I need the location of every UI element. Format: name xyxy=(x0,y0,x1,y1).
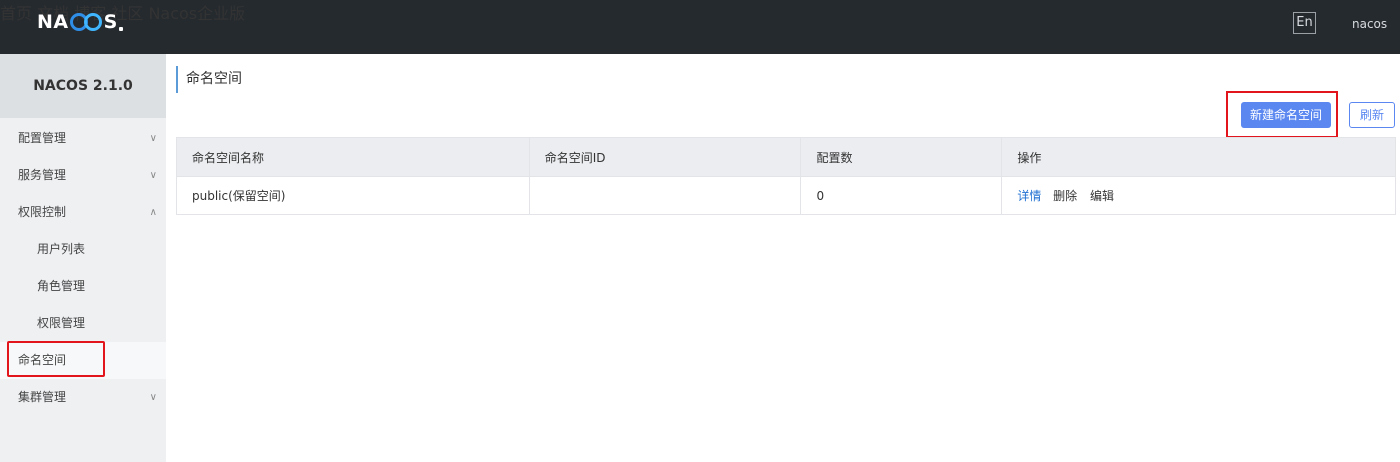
sidebar: NACOS 2.1.0 配置管理 ∨ 服务管理 ∨ 权限控制 ∧ 用户列表 角色… xyxy=(0,54,166,462)
sidebar-item-cluster[interactable]: 集群管理 ∨ xyxy=(0,379,166,416)
sidebar-item-label: 角色管理 xyxy=(37,279,86,293)
column-header-actions: 操作 xyxy=(1001,137,1396,177)
sidebar-item-label: 权限管理 xyxy=(37,316,86,330)
sidebar-item-label: 服务管理 xyxy=(18,168,67,182)
namespace-table: 命名空间名称 命名空间ID 配置数 操作 public(保留空间) 0 详情 删… xyxy=(176,137,1396,215)
details-link[interactable]: 详情 xyxy=(1017,189,1041,203)
config-count-cell: 0 xyxy=(800,176,1003,215)
sidebar-version-title: NACOS 2.1.0 xyxy=(0,54,166,118)
annotation-highlight-box xyxy=(7,341,105,377)
table-header-row: 命名空间名称 命名空间ID 配置数 操作 xyxy=(176,137,1396,177)
namespace-name-cell: public(保留空间) xyxy=(176,176,530,215)
sidebar-item-roles[interactable]: 角色管理 xyxy=(0,268,166,305)
column-header-count: 配置数 xyxy=(800,137,1003,177)
page-title: 命名空间 xyxy=(176,66,242,93)
language-toggle-button[interactable]: En xyxy=(1293,12,1316,34)
sidebar-item-label: 配置管理 xyxy=(18,131,67,145)
table-row: public(保留空间) 0 详情 删除 编辑 xyxy=(176,176,1396,215)
chevron-down-icon: ∨ xyxy=(149,392,157,403)
create-namespace-button[interactable]: 新建命名空间 xyxy=(1241,102,1331,128)
sidebar-item-label: 用户列表 xyxy=(37,242,86,256)
nav-home[interactable]: 首页 xyxy=(0,4,32,23)
chevron-down-icon: ∨ xyxy=(149,170,157,181)
sidebar-item-permissions[interactable]: 权限管理 xyxy=(0,305,166,342)
sidebar-item-users[interactable]: 用户列表 xyxy=(0,231,166,268)
chevron-up-icon: ∧ xyxy=(149,207,157,218)
sidebar-item-auth[interactable]: 权限控制 ∧ xyxy=(0,194,166,231)
refresh-button[interactable]: 刷新 xyxy=(1349,102,1395,128)
top-navbar: NA S 首页 文档 博客 社区 Nacos企业版 En nacos xyxy=(0,0,1400,54)
logo-rings-icon xyxy=(69,13,104,31)
chevron-down-icon: ∨ xyxy=(149,133,157,144)
sidebar-item-config[interactable]: 配置管理 ∨ xyxy=(0,120,166,157)
nacos-logo[interactable]: NA S xyxy=(37,11,123,33)
user-menu[interactable]: nacos xyxy=(1352,17,1387,31)
actions-cell: 详情 删除 编辑 xyxy=(1001,176,1396,215)
main-content: 命名空间 新建命名空间 刷新 命名空间名称 命名空间ID 配置数 操作 publ… xyxy=(166,54,1400,462)
sidebar-item-label: 权限控制 xyxy=(18,205,67,219)
namespace-id-cell xyxy=(528,176,802,215)
sidebar-item-service[interactable]: 服务管理 ∨ xyxy=(0,157,166,194)
sidebar-item-label: 集群管理 xyxy=(18,390,67,404)
edit-link[interactable]: 编辑 xyxy=(1090,189,1114,203)
delete-link[interactable]: 删除 xyxy=(1053,189,1077,203)
nav-enterprise[interactable]: Nacos企业版 xyxy=(148,4,245,23)
column-header-name: 命名空间名称 xyxy=(176,137,530,177)
column-header-id: 命名空间ID xyxy=(528,137,802,177)
